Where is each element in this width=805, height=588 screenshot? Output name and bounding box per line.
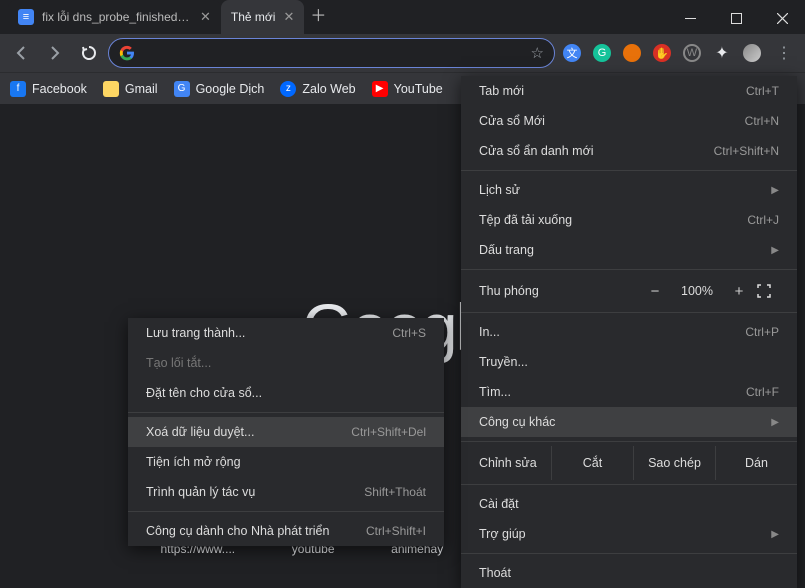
- bookmark-label: Gmail: [125, 82, 158, 96]
- menu-help[interactable]: Trợ giúp▶: [461, 519, 797, 549]
- bookmark-label: Facebook: [32, 82, 87, 96]
- more-tools-submenu: Lưu trang thành...Ctrl+S Tạo lối tắt... …: [128, 318, 444, 546]
- tab-title: fix lỗi dns_probe_finished_nxdom: [42, 10, 192, 24]
- google-icon: [119, 45, 135, 61]
- extensions-puzzle-icon[interactable]: ✦: [709, 40, 735, 66]
- sub-task-manager[interactable]: Trình quản lý tác vụShift+Thoát: [128, 477, 444, 507]
- chrome-main-menu: Tab mớiCtrl+T Cửa sổ MớiCtrl+N Cửa sổ ẩn…: [461, 76, 797, 588]
- forward-button[interactable]: [40, 38, 70, 68]
- sub-create-shortcut: Tạo lối tắt...: [128, 348, 444, 378]
- menu-incognito[interactable]: Cửa sổ ẩn danh mớiCtrl+Shift+N: [461, 136, 797, 166]
- ext-orange[interactable]: [619, 40, 645, 66]
- menu-cast[interactable]: Truyền...: [461, 347, 797, 377]
- bookmark-label: YouTube: [394, 82, 443, 96]
- zoom-in-button[interactable]: +: [721, 283, 757, 300]
- docs-icon: ≡: [18, 9, 34, 25]
- ext-ring[interactable]: W: [679, 40, 705, 66]
- bookmark-label: Zalo Web: [302, 82, 355, 96]
- sub-clear-data[interactable]: Xoá dữ liệu duyệt...Ctrl+Shift+Del: [128, 417, 444, 447]
- tab-1[interactable]: Thẻ mới ✕: [221, 0, 304, 34]
- ext-grammarly[interactable]: G: [589, 40, 615, 66]
- address-bar[interactable]: ☆: [108, 38, 555, 68]
- menu-new-tab[interactable]: Tab mớiCtrl+T: [461, 76, 797, 106]
- chevron-right-icon: ▶: [771, 529, 779, 540]
- chevron-right-icon: ▶: [771, 185, 779, 196]
- close-icon[interactable]: ✕: [283, 9, 294, 25]
- zoom-label: Thu phóng: [479, 284, 637, 298]
- menu-settings[interactable]: Cài đặt: [461, 489, 797, 519]
- zoom-out-button[interactable]: −: [637, 283, 673, 300]
- reload-button[interactable]: [74, 38, 104, 68]
- menu-exit[interactable]: Thoát: [461, 558, 797, 588]
- bookmark-zalo[interactable]: zZalo Web: [280, 81, 355, 97]
- sub-save-as[interactable]: Lưu trang thành...Ctrl+S: [128, 318, 444, 348]
- bookmark-star-icon[interactable]: ☆: [531, 44, 544, 62]
- menu-bookmarks[interactable]: Dấu trang▶: [461, 235, 797, 265]
- back-button[interactable]: [6, 38, 36, 68]
- maximize-button[interactable]: [713, 2, 759, 34]
- sub-dev-tools[interactable]: Công cụ dành cho Nhà phát triểnCtrl+Shif…: [128, 516, 444, 546]
- close-window-button[interactable]: [759, 2, 805, 34]
- bookmark-google-dich[interactable]: GGoogle Dịch: [174, 81, 265, 97]
- menu-history[interactable]: Lịch sử▶: [461, 175, 797, 205]
- tab-0[interactable]: ≡ fix lỗi dns_probe_finished_nxdom ✕: [8, 0, 221, 34]
- minimize-button[interactable]: [667, 2, 713, 34]
- chrome-menu-button[interactable]: ⋮: [769, 38, 799, 68]
- zoom-value: 100%: [673, 284, 721, 298]
- new-tab-button[interactable]: ＋: [304, 0, 332, 28]
- menu-print[interactable]: In...Ctrl+P: [461, 317, 797, 347]
- bookmark-facebook[interactable]: fFacebook: [10, 81, 87, 97]
- tab-title: Thẻ mới: [231, 10, 276, 24]
- window-controls: [667, 2, 805, 34]
- titlebar: ≡ fix lỗi dns_probe_finished_nxdom ✕ Thẻ…: [0, 0, 805, 34]
- ext-adblock[interactable]: ✋: [649, 40, 675, 66]
- chevron-right-icon: ▶: [771, 417, 779, 428]
- bookmark-label: Google Dịch: [196, 82, 265, 96]
- menu-new-window[interactable]: Cửa sổ MớiCtrl+N: [461, 106, 797, 136]
- paste-button[interactable]: Dán: [715, 446, 797, 480]
- close-icon[interactable]: ✕: [200, 9, 211, 25]
- menu-downloads[interactable]: Tệp đã tải xuốngCtrl+J: [461, 205, 797, 235]
- copy-button[interactable]: Sao chép: [633, 446, 715, 480]
- chevron-right-icon: ▶: [771, 245, 779, 256]
- sub-name-window[interactable]: Đặt tên cho cửa sổ...: [128, 378, 444, 408]
- bookmark-gmail[interactable]: Gmail: [103, 81, 158, 97]
- menu-zoom-row: Thu phóng − 100% +: [461, 274, 797, 308]
- fullscreen-button[interactable]: [757, 284, 787, 298]
- sub-extensions[interactable]: Tiện ích mở rộng: [128, 447, 444, 477]
- bookmark-youtube[interactable]: ▶YouTube: [372, 81, 443, 97]
- tab-strip: ≡ fix lỗi dns_probe_finished_nxdom ✕ Thẻ…: [0, 0, 667, 34]
- cut-button[interactable]: Cắt: [551, 446, 633, 480]
- edit-label: Chỉnh sửa: [461, 456, 551, 470]
- menu-more-tools[interactable]: Công cụ khác▶: [461, 407, 797, 437]
- toolbar: ☆ 文 G ✋ W ✦ ⋮: [0, 34, 805, 72]
- menu-edit-row: Chỉnh sửa Cắt Sao chép Dán: [461, 446, 797, 480]
- profile-avatar[interactable]: [739, 40, 765, 66]
- menu-find[interactable]: Tìm...Ctrl+F: [461, 377, 797, 407]
- omnibox-input[interactable]: [143, 46, 523, 61]
- ext-translate[interactable]: 文: [559, 40, 585, 66]
